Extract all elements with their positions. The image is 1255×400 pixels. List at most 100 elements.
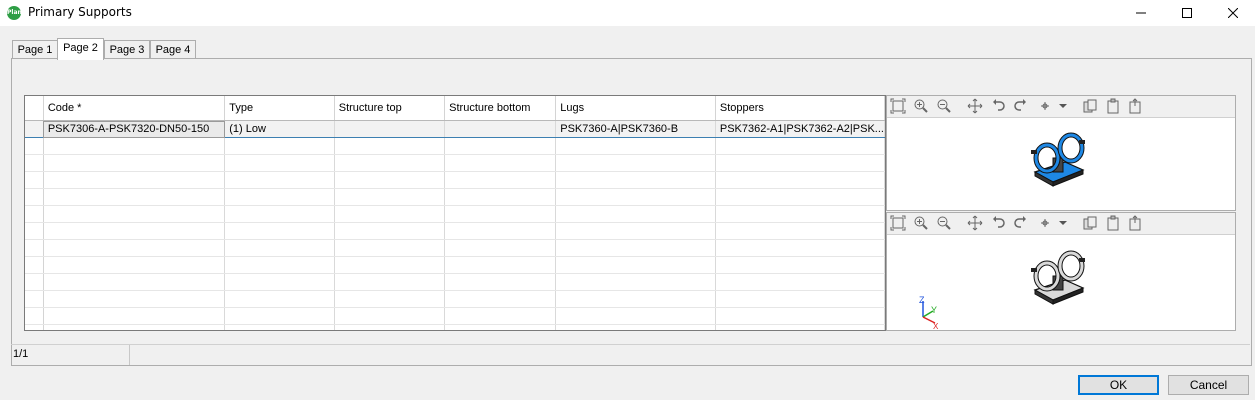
empty-cell[interactable] — [555, 171, 716, 189]
row-header[interactable] — [25, 154, 44, 172]
row-header[interactable] — [25, 171, 44, 189]
cell-stoppers[interactable]: PSK7362-A1|PSK7362-A2|PSK... — [715, 120, 885, 138]
column-header-structure-top[interactable]: Structure top — [334, 96, 446, 121]
empty-row[interactable] — [25, 256, 885, 274]
empty-cell[interactable] — [334, 239, 446, 257]
empty-row[interactable] — [25, 137, 885, 155]
empty-cell[interactable] — [555, 307, 716, 325]
rotate-right-icon[interactable] — [1012, 215, 1028, 231]
column-header-type[interactable]: Type — [224, 96, 335, 121]
column-header-stoppers[interactable]: Stoppers — [715, 96, 885, 121]
empty-cell[interactable] — [43, 137, 226, 155]
empty-cell[interactable] — [334, 324, 446, 330]
preview-viewer-top[interactable] — [886, 95, 1236, 211]
column-header-structure-bottom[interactable]: Structure bottom — [444, 96, 557, 121]
empty-cell[interactable] — [444, 273, 557, 291]
row-header[interactable] — [25, 120, 44, 138]
pan-icon[interactable] — [967, 98, 983, 114]
empty-cell[interactable] — [334, 307, 446, 325]
empty-cell[interactable] — [43, 188, 226, 206]
empty-cell[interactable] — [334, 222, 446, 240]
empty-cell[interactable] — [224, 154, 335, 172]
cell-structure-bottom[interactable] — [444, 120, 557, 138]
empty-row[interactable] — [25, 154, 885, 172]
copy-view-icon[interactable] — [1082, 98, 1098, 114]
row-header[interactable] — [25, 307, 44, 325]
empty-cell[interactable] — [555, 324, 716, 330]
view-direction-icon[interactable] — [1037, 98, 1053, 114]
empty-cell[interactable] — [715, 154, 885, 172]
empty-cell[interactable] — [224, 188, 335, 206]
export-view-icon[interactable] — [1127, 215, 1143, 231]
row-header[interactable] — [25, 324, 44, 330]
empty-cell[interactable] — [43, 290, 226, 308]
row-header[interactable] — [25, 256, 44, 274]
empty-cell[interactable] — [224, 307, 335, 325]
empty-cell[interactable] — [43, 324, 226, 330]
pan-icon[interactable] — [967, 215, 983, 231]
ok-button[interactable]: OK — [1078, 375, 1159, 395]
empty-cell[interactable] — [444, 290, 557, 308]
supports-grid[interactable]: Code * Type Structure top Structure bott… — [24, 95, 886, 331]
empty-row[interactable] — [25, 205, 885, 223]
empty-cell[interactable] — [715, 171, 885, 189]
tab-page-2[interactable]: Page 2 — [57, 38, 104, 60]
row-header[interactable] — [25, 188, 44, 206]
empty-cell[interactable] — [224, 324, 335, 330]
empty-cell[interactable] — [715, 222, 885, 240]
cell-code[interactable]: PSK7306-A-PSK7320-DN50-150 — [43, 120, 226, 138]
zoom-out-icon[interactable] — [936, 98, 952, 114]
empty-row[interactable] — [25, 188, 885, 206]
empty-cell[interactable] — [555, 256, 716, 274]
rotate-right-icon[interactable] — [1012, 98, 1028, 114]
tab-page-3[interactable]: Page 3 — [104, 40, 150, 59]
empty-cell[interactable] — [43, 171, 226, 189]
empty-cell[interactable] — [334, 273, 446, 291]
empty-cell[interactable] — [334, 154, 446, 172]
empty-cell[interactable] — [444, 137, 557, 155]
zoom-out-icon[interactable] — [936, 215, 952, 231]
rotate-left-icon[interactable] — [991, 215, 1007, 231]
empty-cell[interactable] — [334, 256, 446, 274]
empty-cell[interactable] — [444, 154, 557, 172]
empty-cell[interactable] — [444, 171, 557, 189]
empty-cell[interactable] — [43, 205, 226, 223]
empty-cell[interactable] — [444, 256, 557, 274]
corner-header[interactable] — [25, 96, 44, 121]
cancel-button[interactable]: Cancel — [1168, 375, 1249, 395]
empty-row[interactable] — [25, 324, 885, 330]
empty-cell[interactable] — [334, 171, 446, 189]
empty-cell[interactable] — [444, 324, 557, 330]
table-row[interactable]: PSK7306-A-PSK7320-DN50-150 (1) Low PSK73… — [25, 120, 885, 138]
empty-cell[interactable] — [43, 256, 226, 274]
empty-cell[interactable] — [444, 222, 557, 240]
row-header[interactable] — [25, 222, 44, 240]
empty-cell[interactable] — [334, 137, 446, 155]
empty-cell[interactable] — [334, 290, 446, 308]
row-header[interactable] — [25, 290, 44, 308]
dropdown-arrow-icon[interactable] — [1055, 98, 1071, 114]
empty-cell[interactable] — [555, 205, 716, 223]
tab-page-1[interactable]: Page 1 — [12, 40, 58, 59]
empty-row[interactable] — [25, 222, 885, 240]
column-header-lugs[interactable]: Lugs — [555, 96, 716, 121]
paste-view-icon[interactable] — [1105, 98, 1121, 114]
empty-cell[interactable] — [224, 137, 335, 155]
empty-row[interactable] — [25, 273, 885, 291]
empty-cell[interactable] — [715, 324, 885, 330]
empty-cell[interactable] — [224, 222, 335, 240]
empty-cell[interactable] — [334, 188, 446, 206]
row-header[interactable] — [25, 205, 44, 223]
empty-cell[interactable] — [715, 205, 885, 223]
row-header[interactable] — [25, 239, 44, 257]
cell-lugs[interactable]: PSK7360-A|PSK7360-B — [555, 120, 716, 138]
column-header-code[interactable]: Code * — [43, 96, 226, 121]
empty-cell[interactable] — [715, 137, 885, 155]
view-direction-icon[interactable] — [1037, 215, 1053, 231]
empty-cell[interactable] — [715, 290, 885, 308]
empty-cell[interactable] — [334, 205, 446, 223]
empty-cell[interactable] — [555, 239, 716, 257]
empty-cell[interactable] — [224, 290, 335, 308]
cell-structure-top[interactable] — [334, 120, 446, 138]
empty-cell[interactable] — [715, 273, 885, 291]
